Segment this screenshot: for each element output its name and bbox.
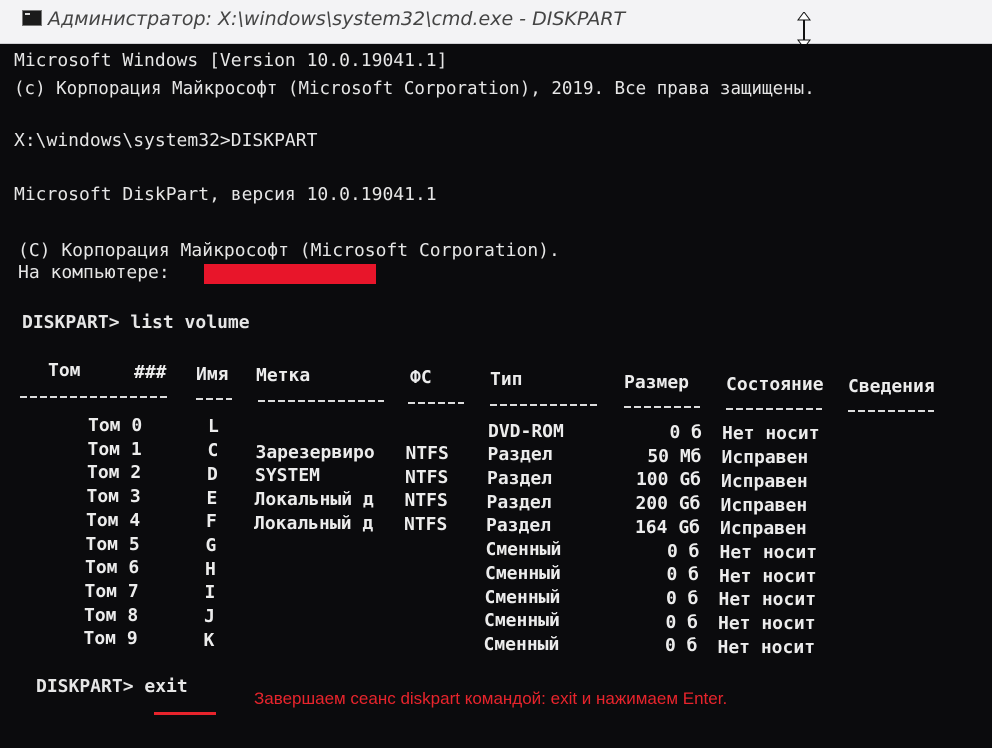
cell-fs: NTFS (405, 442, 449, 464)
redacted-computer-name (204, 264, 376, 284)
cell-name: I (204, 582, 216, 604)
cell-state: Исправен (721, 447, 809, 469)
cell-type: Сменный (484, 610, 560, 632)
cell-label: Локальный д (254, 512, 374, 534)
cell-size: 200 Gб (635, 493, 701, 515)
cell-state: Нет носит (719, 565, 817, 587)
cell-label: Локальный д (254, 488, 374, 510)
separator-name (196, 398, 232, 400)
cell-label: SYSTEM (255, 465, 321, 487)
header-state: Состояние (726, 374, 824, 395)
cell-type: Раздел (486, 491, 552, 513)
separator-label (258, 400, 384, 402)
header-name: Имя (196, 364, 229, 385)
cell-name: G (205, 534, 217, 556)
cell-fs: NTFS (404, 490, 448, 512)
resize-cursor-icon (797, 12, 811, 48)
cell-state: Нет носит (722, 423, 820, 445)
console-line-diskpart-copyright: (C) Корпорация Майкрософт (Microsoft Cor… (18, 240, 560, 261)
cell-type: Сменный (483, 633, 560, 655)
header-info: Сведения (848, 376, 935, 397)
cell-type: Сменный (485, 539, 562, 561)
separator-type (490, 404, 600, 406)
cell-size: 0 б (666, 540, 700, 562)
cell-size: 164 Gб (634, 516, 700, 538)
console-line-version: Microsoft Windows [Version 10.0.19041.1] (14, 50, 448, 71)
header-fs: ФС (410, 367, 432, 388)
exit-underline (154, 712, 216, 715)
title-bar[interactable]: Администратор: X:\windows\system32\cmd.e… (0, 0, 992, 48)
cell-type: Сменный (485, 562, 561, 584)
cell-tom: Том 6 (85, 557, 140, 579)
cell-type: Раздел (487, 468, 553, 489)
cell-tom: Том 2 (87, 462, 142, 484)
cmd-icon (22, 10, 42, 26)
cell-name: H (205, 558, 216, 580)
console-line-diskpart-version: Microsoft DiskPart, версия 10.0.19041.1 (14, 184, 437, 205)
cell-name: E (206, 487, 218, 509)
cell-name: F (206, 511, 217, 533)
separator-size (624, 406, 700, 408)
header-number: ### (134, 362, 167, 383)
console-line-list-volume: DISKPART> list volume (22, 312, 250, 333)
cell-size: 0 б (664, 635, 698, 657)
console-line-prompt-diskpart: X:\windows\system32>DISKPART (14, 130, 318, 151)
header-tom: Том (48, 360, 81, 381)
annotation-text: Завершаем сеанс diskpart командой: exit … (254, 689, 728, 708)
separator-info (848, 410, 934, 412)
separator-fs (408, 402, 464, 404)
cell-state: Нет носит (718, 613, 816, 634)
cell-tom: Том 0 (88, 415, 143, 436)
cell-tom: Том 7 (84, 580, 139, 602)
cell-name: J (204, 606, 215, 627)
console-line-copyright: (c) Корпорация Майкрософт (Microsoft Cor… (14, 79, 815, 99)
console-line-computer: На компьютере: (18, 262, 170, 283)
separator-state (726, 408, 822, 410)
window-title: Администратор: X:\windows\system32\cmd.e… (48, 8, 626, 30)
cell-state: Исправен (721, 470, 808, 492)
header-label: Метка (256, 365, 311, 386)
cell-tom: Том 3 (86, 486, 141, 508)
separator-tom (20, 396, 170, 398)
cell-name: K (203, 629, 215, 651)
cell-state: Нет носит (719, 541, 818, 563)
cell-type: Раздел (486, 515, 552, 537)
cell-size: 50 Mб (647, 445, 702, 467)
header-size: Размер (624, 372, 690, 393)
header-type: Тип (490, 369, 523, 390)
cell-name: L (208, 416, 219, 438)
cell-tom: Том 1 (87, 438, 142, 460)
cell-size: 0 б (669, 422, 702, 443)
cell-fs: NTFS (405, 466, 449, 488)
cell-state: Исправен (720, 494, 808, 516)
cell-type: Раздел (487, 444, 553, 466)
cell-size: 0 б (666, 564, 699, 586)
cell-state: Исправен (720, 518, 807, 540)
cell-label: Зарезервиро (255, 441, 375, 463)
cell-size: 100 Gб (635, 469, 701, 491)
cell-size: 0 б (665, 587, 699, 609)
cell-type: DVD-ROM (488, 420, 564, 442)
cell-tom: Том 8 (84, 604, 139, 626)
cell-tom: Том 9 (83, 628, 138, 650)
cell-size: 0 б (665, 611, 698, 633)
cell-tom: Том 4 (86, 509, 141, 531)
cell-tom: Том 5 (85, 533, 140, 555)
cell-type: Сменный (484, 586, 561, 608)
cell-fs: NTFS (404, 514, 448, 535)
cell-state: Нет носит (718, 589, 817, 611)
cell-state: Нет носит (717, 636, 816, 658)
cell-name: C (207, 440, 219, 462)
console-line-exit: DISKPART> exit (36, 676, 188, 697)
cell-name: D (207, 463, 218, 485)
console-output[interactable]: Microsoft Windows [Version 10.0.19041.1]… (0, 44, 992, 748)
